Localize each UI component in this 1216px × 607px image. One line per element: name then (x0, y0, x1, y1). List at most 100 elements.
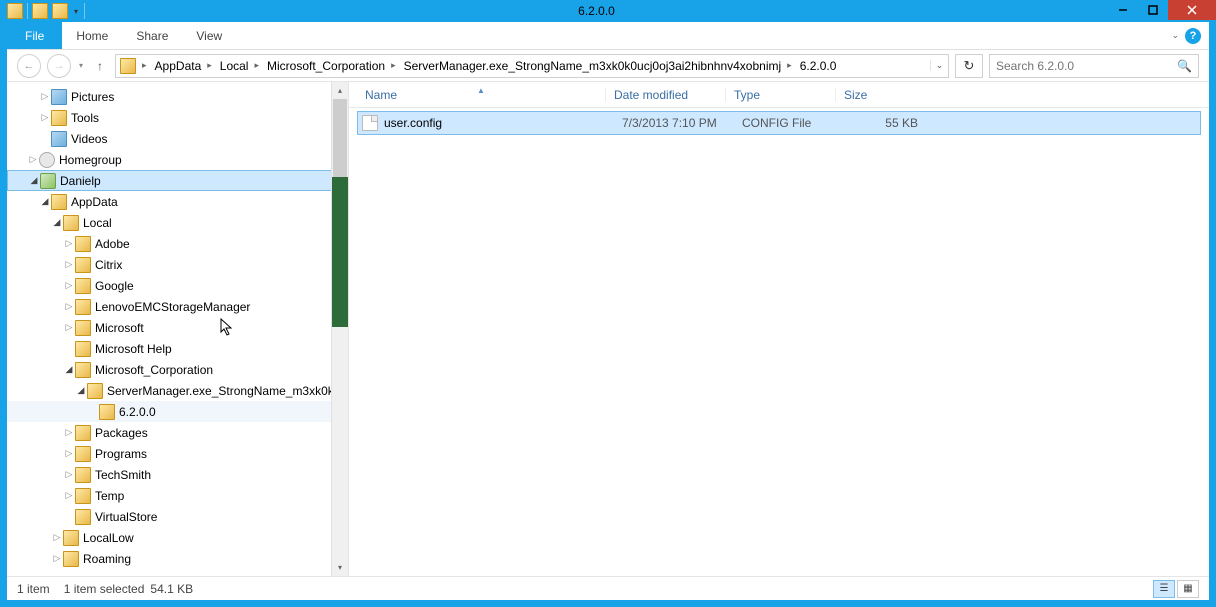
nav-history-dropdown-icon[interactable]: ▾ (77, 61, 85, 70)
breadcrumb-mscorp[interactable]: Microsoft_Corporation (261, 59, 389, 73)
back-button[interactable]: ← (17, 54, 41, 78)
tree-item-appdata[interactable]: ◢AppData (7, 191, 348, 212)
breadcrumb-sep-icon[interactable]: ▸ (205, 60, 214, 71)
scroll-down-icon[interactable]: ▾ (332, 559, 348, 576)
tree-item-videos[interactable]: ▷Videos (7, 128, 348, 149)
tree-item-homegroup[interactable]: ▷Homegroup (7, 149, 348, 170)
view-icons-button[interactable]: ▦ (1177, 580, 1199, 598)
navigation-pane[interactable]: ▷Pictures ▷Tools ▷Videos ▷Homegroup ◢Dan… (7, 82, 349, 576)
view-details-button[interactable]: ☰ (1153, 580, 1175, 598)
ribbon-expand-icon[interactable]: ⌄ (1171, 30, 1179, 41)
tree-item[interactable]: ▷Temp (7, 485, 348, 506)
refresh-button[interactable]: ↻ (955, 54, 983, 78)
expand-icon[interactable]: ▷ (51, 532, 63, 543)
tree-item-pictures[interactable]: ▷Pictures (7, 86, 348, 107)
collapse-icon[interactable]: ◢ (28, 175, 40, 186)
address-dropdown-icon[interactable]: ⌄ (930, 60, 948, 71)
tree-item-local[interactable]: ◢Local (7, 212, 348, 233)
qat-dropdown-icon[interactable]: ▾ (72, 3, 80, 19)
breadcrumb-local[interactable]: Local (214, 59, 253, 73)
search-input[interactable] (996, 59, 1177, 73)
close-button[interactable] (1168, 0, 1216, 20)
collapse-icon[interactable]: ◢ (51, 217, 63, 228)
expand-icon[interactable]: ▷ (63, 490, 75, 501)
status-selected-count: 1 item selected (64, 582, 145, 596)
folder-icon (51, 194, 67, 210)
scrollbar-thumb-highlight[interactable] (332, 177, 348, 327)
breadcrumb-version[interactable]: 6.2.0.0 (794, 59, 841, 73)
breadcrumb-sep-icon[interactable]: ▸ (785, 60, 794, 71)
up-button[interactable]: ↑ (91, 59, 109, 73)
tab-home[interactable]: Home (62, 22, 122, 49)
tree-item-roaming[interactable]: ▷Roaming (7, 548, 348, 569)
tree-item[interactable]: ▷Adobe (7, 233, 348, 254)
folder-icon (75, 488, 91, 504)
qat-folder-icon[interactable] (32, 3, 48, 19)
expand-icon[interactable]: ▷ (63, 259, 75, 270)
tree-item[interactable]: ▷VirtualStore (7, 506, 348, 527)
titlebar[interactable]: ▾ 6.2.0.0 (0, 0, 1216, 22)
expand-icon[interactable]: ▷ (63, 280, 75, 291)
expand-icon[interactable]: ▷ (63, 238, 75, 249)
tree-item-tools[interactable]: ▷Tools (7, 107, 348, 128)
breadcrumb-servermanager[interactable]: ServerManager.exe_StrongName_m3xk0k0ucj0… (398, 59, 786, 73)
homegroup-icon (39, 152, 55, 168)
tree-item[interactable]: ▷Microsoft Help (7, 338, 348, 359)
minimize-button[interactable] (1108, 0, 1138, 20)
collapse-icon[interactable]: ◢ (75, 385, 87, 396)
tree-item-version[interactable]: ▷6.2.0.0 (7, 401, 348, 422)
tree-item[interactable]: ▷Programs (7, 443, 348, 464)
folder-icon (75, 467, 91, 483)
collapse-icon[interactable]: ◢ (39, 196, 51, 207)
expand-icon[interactable]: ▷ (39, 91, 51, 102)
tree-item-locallow[interactable]: ▷LocalLow (7, 527, 348, 548)
search-box[interactable]: 🔍 (989, 54, 1199, 78)
file-row[interactable]: user.config 7/3/2013 7:10 PM CONFIG File… (357, 111, 1201, 135)
scrollbar-thumb[interactable] (333, 99, 347, 177)
tree-item[interactable]: ▷Citrix (7, 254, 348, 275)
tree-item[interactable]: ▷Google (7, 275, 348, 296)
file-size: 55 KB (852, 116, 918, 130)
column-header-date[interactable]: Date modified (605, 88, 725, 102)
column-header-name[interactable]: Name▲ (357, 88, 605, 102)
forward-button[interactable]: → (47, 54, 71, 78)
breadcrumb-sep-icon[interactable]: ▸ (389, 60, 398, 71)
tree-item-servermanager[interactable]: ◢ServerManager.exe_StrongName_m3xk0k0ucj (7, 380, 348, 401)
help-icon[interactable]: ? (1185, 28, 1201, 44)
file-list-pane[interactable]: Name▲ Date modified Type Size user.confi… (349, 82, 1209, 576)
folder-icon (51, 110, 67, 126)
collapse-icon[interactable]: ◢ (63, 364, 75, 375)
expand-icon[interactable]: ▷ (27, 154, 39, 165)
expand-icon[interactable]: ▷ (63, 301, 75, 312)
expand-icon[interactable]: ▷ (63, 322, 75, 333)
qat-folder-icon-2[interactable] (52, 3, 68, 19)
tree-item-user[interactable]: ◢Danielp (7, 170, 348, 191)
expand-icon[interactable]: ▷ (63, 448, 75, 459)
folder-icon (87, 383, 103, 399)
tab-share[interactable]: Share (122, 22, 182, 49)
file-tab[interactable]: File (7, 22, 62, 49)
expand-icon[interactable]: ▷ (51, 553, 63, 564)
address-bar[interactable]: ▸ AppData ▸ Local ▸ Microsoft_Corporatio… (115, 54, 949, 78)
column-header-type[interactable]: Type (725, 88, 835, 102)
tree-item[interactable]: ▷LenovoEMCStorageManager (7, 296, 348, 317)
column-header-size[interactable]: Size (835, 88, 907, 102)
search-icon[interactable]: 🔍 (1177, 59, 1192, 73)
breadcrumb-sep-icon[interactable]: ▸ (252, 60, 261, 71)
scrollbar[interactable]: ▴ ▾ (331, 82, 348, 576)
expand-icon[interactable]: ▷ (63, 427, 75, 438)
status-bar: 1 item 1 item selected 54.1 KB ☰ ▦ (7, 576, 1209, 600)
scroll-up-icon[interactable]: ▴ (332, 82, 348, 99)
breadcrumb-appdata[interactable]: AppData (149, 59, 206, 73)
tree-item[interactable]: ▷TechSmith (7, 464, 348, 485)
tree-item[interactable]: ▷Packages (7, 422, 348, 443)
folder-icon (75, 257, 91, 273)
expand-icon[interactable]: ▷ (39, 112, 51, 123)
breadcrumb-sep-icon[interactable]: ▸ (140, 60, 149, 71)
maximize-button[interactable] (1138, 0, 1168, 20)
tree-item[interactable]: ▷Microsoft (7, 317, 348, 338)
expand-icon[interactable]: ▷ (63, 469, 75, 480)
tree-item-mscorp[interactable]: ◢Microsoft_Corporation (7, 359, 348, 380)
file-date: 7/3/2013 7:10 PM (622, 116, 742, 130)
tab-view[interactable]: View (182, 22, 236, 49)
